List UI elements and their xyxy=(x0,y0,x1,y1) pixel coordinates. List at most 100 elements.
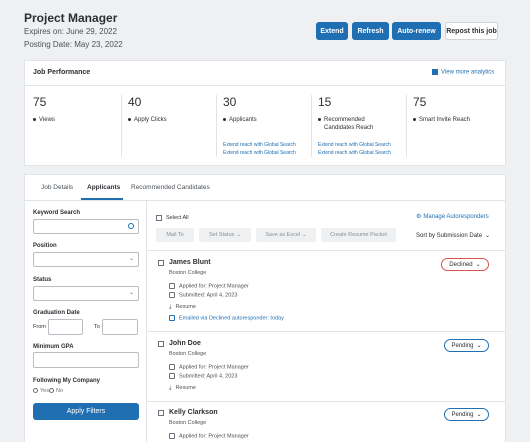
applicant-name[interactable]: Kelly Clarkson xyxy=(169,409,218,416)
applicant-checkbox[interactable] xyxy=(158,260,164,266)
chevron-down-icon: ⌄ xyxy=(128,256,134,262)
calendar-icon xyxy=(169,292,175,298)
mail-icon xyxy=(169,315,175,321)
manage-autoresponders-link[interactable]: ⚙ Manage Autoresponders xyxy=(416,213,489,220)
metric-views-label: Views xyxy=(33,116,55,124)
chevron-down-icon: ⌄ xyxy=(476,412,482,418)
briefcase-icon xyxy=(169,433,175,439)
minimum-gpa-label: Minimum GPA xyxy=(33,344,74,350)
to-date-input[interactable] xyxy=(102,319,138,335)
metric-divider xyxy=(121,95,122,157)
applied-for-text: Applied for: Project Manager xyxy=(169,433,249,439)
select-all-checkbox[interactable] xyxy=(156,215,162,221)
analytics-link-label: View more analytics xyxy=(441,69,495,76)
metric-apply-clicks-value: 40 xyxy=(128,95,142,109)
card-divider xyxy=(25,85,505,86)
chevron-down-icon: ⌄ xyxy=(128,290,134,296)
from-label: From xyxy=(33,324,46,330)
row-divider xyxy=(147,331,505,332)
resume-link[interactable]: ⤓ Resume xyxy=(169,304,196,311)
chevron-down-icon: ⌄ xyxy=(485,233,491,239)
applicant-school: Boston College xyxy=(169,351,207,357)
position-select[interactable]: ⌄ xyxy=(33,252,139,267)
applicant-school: Boston College xyxy=(169,420,207,426)
create-resume-packet-button[interactable]: Create Resume Packet xyxy=(321,228,396,242)
status-select[interactable]: ⌄ xyxy=(33,286,139,301)
global-search-link[interactable]: Extend reach with Global Search xyxy=(318,142,391,148)
status-dropdown-pending[interactable]: Pending ⌄ xyxy=(444,339,489,352)
radio-icon xyxy=(33,388,38,394)
following-yes-radio[interactable]: Yes xyxy=(33,388,49,394)
metric-applicants-label: Applicants xyxy=(223,116,257,124)
job-performance-card: Job Performance View more analytics 75 V… xyxy=(24,60,506,166)
metric-recommended-value: 15 xyxy=(318,95,332,109)
mail-to-button[interactable]: Mail To xyxy=(156,228,194,242)
applicant-name[interactable]: John Doe xyxy=(169,340,201,347)
global-search-link[interactable]: Extend reach with Global Search xyxy=(223,150,296,156)
applicant-school: Boston College xyxy=(169,270,207,276)
resume-link[interactable]: ⤓ Resume xyxy=(169,385,196,392)
save-excel-button[interactable]: Save as Excel ⌄ xyxy=(256,228,316,242)
toolbar-divider xyxy=(147,250,505,251)
applied-for-text: Applied for: Project Manager xyxy=(169,364,249,370)
radio-icon xyxy=(49,388,54,394)
global-search-link[interactable]: Extend reach with Global Search xyxy=(318,150,391,156)
submitted-text: Submitted: April 4, 2023 xyxy=(169,292,237,298)
status-dropdown-pending[interactable]: Pending ⌄ xyxy=(444,408,489,421)
position-label: Position xyxy=(33,243,57,249)
metric-divider xyxy=(216,95,217,157)
page-title: Project Manager xyxy=(24,11,118,25)
tab-applicants[interactable]: Applicants xyxy=(87,184,120,191)
posting-date-text: Posting Date: May 23, 2022 xyxy=(24,40,123,49)
extend-button[interactable]: Extend xyxy=(316,22,348,40)
following-no-radio[interactable]: No xyxy=(49,388,63,394)
gear-icon: ⚙ xyxy=(416,214,422,220)
tab-recommended-candidates[interactable]: Recommended Candidates xyxy=(131,184,210,191)
submitted-text: Submitted: April 4, 2023 xyxy=(169,373,237,379)
job-performance-title: Job Performance xyxy=(33,69,91,76)
metric-views-value: 75 xyxy=(33,95,47,109)
applied-for-text: Applied for: Project Manager xyxy=(169,283,249,289)
sort-select[interactable]: Sort by Submission Date ⌄ xyxy=(416,232,490,239)
applicant-name[interactable]: James Blunt xyxy=(169,259,211,266)
status-dropdown-declined[interactable]: Declined ⌄ xyxy=(441,258,489,271)
download-icon: ⤓ xyxy=(169,385,172,391)
status-label: Status xyxy=(33,277,52,283)
metric-recommended-label: Recommended Candidates Reach xyxy=(318,116,373,132)
download-icon: ⤓ xyxy=(169,304,172,310)
metric-divider xyxy=(406,95,407,157)
applicant-checkbox[interactable] xyxy=(158,410,164,416)
global-search-link[interactable]: Extend reach with Global Search xyxy=(223,142,296,148)
applicants-card: Job Details Applicants Recommended Candi… xyxy=(24,174,506,442)
select-all-label: Select All xyxy=(166,215,189,221)
chevron-down-icon: ⌄ xyxy=(236,232,241,238)
briefcase-icon xyxy=(169,364,175,370)
metric-apply-clicks-label: Apply Clicks xyxy=(128,116,167,124)
refresh-button[interactable]: Refresh xyxy=(352,22,389,40)
expires-text: Expires on: June 29, 2022 xyxy=(24,27,117,36)
search-icon[interactable] xyxy=(128,223,134,229)
from-date-input[interactable] xyxy=(48,319,83,335)
applicant-checkbox[interactable] xyxy=(158,341,164,347)
metric-divider xyxy=(311,95,312,157)
set-status-button[interactable]: Set Status ⌄ xyxy=(199,228,251,242)
tab-job-details[interactable]: Job Details xyxy=(41,184,73,191)
filters-divider xyxy=(146,200,147,442)
minimum-gpa-input[interactable] xyxy=(33,352,139,368)
apply-filters-button[interactable]: Apply Filters xyxy=(33,403,139,420)
chevron-down-icon: ⌄ xyxy=(475,262,481,268)
keyword-input[interactable] xyxy=(33,219,139,234)
view-analytics-link[interactable]: View more analytics xyxy=(432,69,494,76)
keyword-label: Keyword Search xyxy=(33,210,81,216)
chevron-down-icon: ⌄ xyxy=(476,343,482,349)
following-company-label: Following My Company xyxy=(33,378,100,384)
tabs-divider xyxy=(25,200,505,201)
briefcase-icon xyxy=(169,283,175,289)
auto-renew-button[interactable]: Auto-renew xyxy=(392,22,441,40)
to-label: To xyxy=(94,324,100,330)
graduation-date-label: Graduation Date xyxy=(33,310,80,316)
repost-button[interactable]: Repost this job xyxy=(445,22,498,40)
chart-icon xyxy=(432,69,438,75)
metric-smart-invite-value: 75 xyxy=(413,95,427,109)
calendar-icon xyxy=(169,373,175,379)
